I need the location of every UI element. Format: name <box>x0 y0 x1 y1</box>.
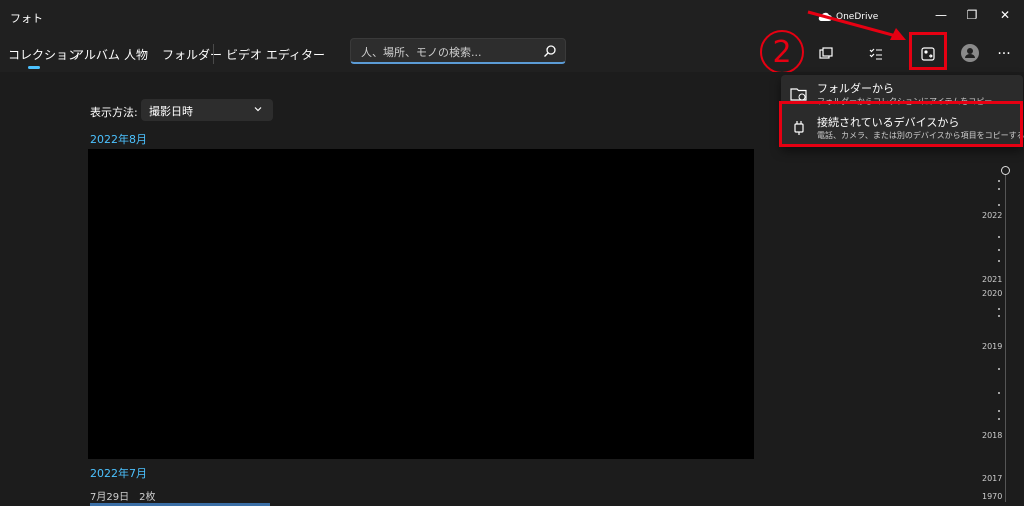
tab-album[interactable]: アルバム <box>72 46 120 63</box>
timeline-dot <box>998 392 1000 394</box>
timeline-dot <box>998 180 1000 182</box>
search-box[interactable] <box>350 38 566 64</box>
timeline-dot <box>998 236 1000 238</box>
timeline-year[interactable]: 2021 <box>982 275 1002 284</box>
checklist-icon <box>869 48 882 60</box>
timeline-year[interactable]: 2020 <box>982 289 1002 298</box>
app-title: フォト <box>10 12 43 25</box>
view-mode-value: 撮影日時 <box>149 105 193 118</box>
timeline-track[interactable] <box>1005 172 1006 502</box>
import-from-folder-title: フォルダーから <box>817 82 894 95</box>
maximize-button[interactable]: ❐ <box>957 4 987 26</box>
timeline-year[interactable]: 2017 <box>982 474 1002 483</box>
view-mode-select[interactable]: 撮影日時 <box>141 99 273 121</box>
timeline-dot <box>998 315 1000 317</box>
close-icon: ✕ <box>999 8 1011 22</box>
minimize-icon: — <box>935 8 947 22</box>
tab-people[interactable]: 人物 <box>124 46 148 63</box>
minimize-button[interactable]: — <box>926 4 956 26</box>
user-icon <box>965 48 975 58</box>
avatar[interactable] <box>961 44 979 62</box>
timeline-dot <box>998 368 1000 370</box>
month-heading: 2022年8月 <box>90 133 147 146</box>
annotation-arrow <box>807 10 906 40</box>
timeline-dot <box>998 249 1000 251</box>
chevron-down-icon <box>254 107 262 112</box>
tab-collection[interactable]: コレクション <box>8 46 80 63</box>
more-icon: ··· <box>997 46 1011 62</box>
photo-thumbnail[interactable] <box>88 149 754 459</box>
nav-divider <box>213 44 214 64</box>
timeline-dot <box>998 204 1000 206</box>
timeline-dot <box>998 308 1000 310</box>
maximize-icon: ❐ <box>966 8 978 22</box>
search-icon[interactable] <box>543 44 557 58</box>
close-button[interactable]: ✕ <box>990 4 1020 26</box>
timeline-thumb[interactable] <box>1001 166 1010 175</box>
timeline-year[interactable]: 1970 <box>982 492 1002 501</box>
view-mode-label: 表示方法: <box>90 106 138 119</box>
timeline-dot <box>998 260 1000 262</box>
timeline-dot <box>998 188 1000 190</box>
timeline-year[interactable]: 2019 <box>982 342 1002 351</box>
more-button[interactable]: ··· <box>990 40 1018 68</box>
search-input[interactable] <box>359 43 543 61</box>
active-tab-indicator <box>28 66 40 69</box>
timeline-year[interactable]: 2022 <box>982 211 1002 220</box>
day-info: 7月29日 2枚 <box>90 492 156 503</box>
timeline-year[interactable]: 2018 <box>982 431 1002 440</box>
tab-video-editor[interactable]: ビデオ エディター <box>226 46 325 63</box>
step-number-badge: 2 <box>760 30 804 74</box>
device-highlight-box <box>779 101 1023 147</box>
step-number: 2 <box>772 35 791 70</box>
import-highlight-box <box>909 32 947 70</box>
timeline-dot <box>998 418 1000 420</box>
slideshow-icon <box>819 47 833 59</box>
timeline-dot <box>998 410 1000 412</box>
month-heading: 2022年7月 <box>90 467 147 480</box>
